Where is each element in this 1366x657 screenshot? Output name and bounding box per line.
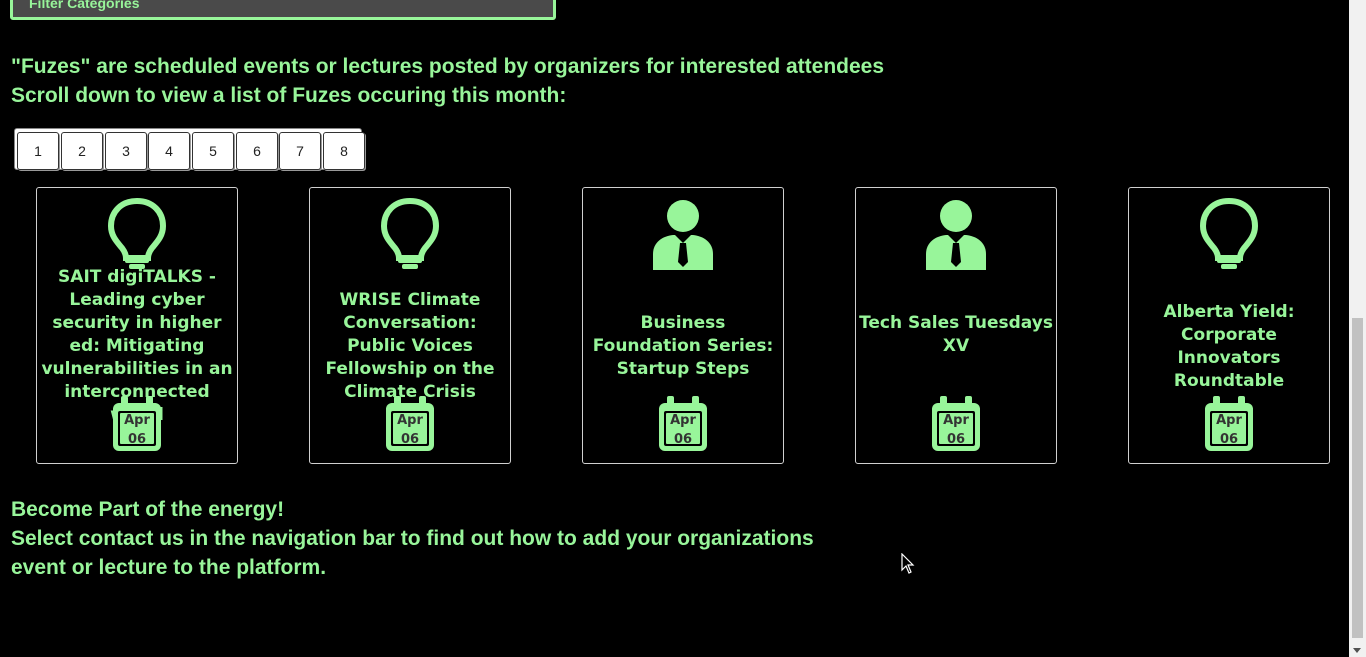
page-button-1[interactable]: 1 (17, 132, 59, 170)
calendar-icon: Apr 06 (384, 395, 436, 453)
businessperson-icon (651, 198, 715, 270)
event-title: Business Foundation Series: Startup Step… (592, 313, 774, 379)
event-title: WRISE Climate Conversation: Public Voice… (325, 290, 495, 402)
filter-categories-dropdown[interactable]: Filter Categories (10, 0, 556, 20)
page-button-7[interactable]: 7 (279, 132, 321, 170)
filter-categories-label: Filter Categories (29, 0, 140, 11)
event-day: 06 (127, 432, 147, 447)
intro-line-2: Scroll down to view a list of Fuzes occu… (11, 84, 567, 107)
intro-line-1: "Fuzes" are scheduled events or lectures… (11, 55, 885, 78)
scroll-down-arrow-icon[interactable] (1353, 648, 1361, 653)
page-button-8[interactable]: 8 (323, 132, 365, 170)
event-title: Tech Sales Tuesdays XV (859, 313, 1053, 356)
event-card[interactable]: Alberta Yield: Corporate Innovators Roun… (1128, 187, 1330, 464)
outro-line-1: Become Part of the energy! (11, 498, 285, 521)
event-month: Apr (943, 413, 969, 428)
businessperson-icon (924, 198, 988, 270)
event-month: Apr (670, 413, 696, 428)
event-card[interactable]: WRISE Climate Conversation: Public Voice… (309, 187, 511, 464)
event-card[interactable]: Tech Sales Tuesdays XV Apr 06 (855, 187, 1057, 464)
scrollbar-thumb[interactable] (1352, 318, 1363, 638)
lightbulb-icon (1197, 197, 1261, 270)
event-day: 06 (400, 432, 420, 447)
event-title: Alberta Yield: Corporate Innovators Roun… (1163, 302, 1295, 391)
page: Filter Categories "Fuzes" are scheduled … (0, 0, 1366, 657)
calendar-icon: Apr 06 (657, 395, 709, 453)
event-month: Apr (1216, 413, 1242, 428)
event-day: 06 (946, 432, 966, 447)
event-day: 06 (1219, 432, 1239, 447)
page-button-6[interactable]: 6 (236, 132, 278, 170)
outro-text: Become Part of the energy! Select contac… (11, 495, 814, 582)
outro-line-2: Select contact us in the navigation bar … (11, 527, 814, 550)
event-month: Apr (124, 413, 150, 428)
event-card[interactable]: SAIT digiTALKS - Leading cyber security … (36, 187, 238, 464)
event-card[interactable]: Business Foundation Series: Startup Step… (582, 187, 784, 464)
lightbulb-icon (105, 197, 169, 270)
intro-text: "Fuzes" are scheduled events or lectures… (11, 52, 884, 110)
mouse-pointer-icon (901, 552, 915, 580)
page-button-5[interactable]: 5 (192, 132, 234, 170)
lightbulb-icon (378, 197, 442, 270)
page-button-3[interactable]: 3 (105, 132, 147, 170)
page-button-2[interactable]: 2 (61, 132, 103, 170)
calendar-icon: Apr 06 (111, 395, 163, 453)
page-button-4[interactable]: 4 (148, 132, 190, 170)
calendar-icon: Apr 06 (930, 395, 982, 453)
event-month: Apr (397, 413, 423, 428)
calendar-icon: Apr 06 (1203, 395, 1255, 453)
outro-line-3: event or lecture to the platform. (11, 556, 327, 579)
vertical-scrollbar[interactable] (1349, 0, 1366, 657)
pagination: 1 2 3 4 5 6 7 8 (14, 128, 365, 170)
event-day: 06 (673, 432, 693, 447)
